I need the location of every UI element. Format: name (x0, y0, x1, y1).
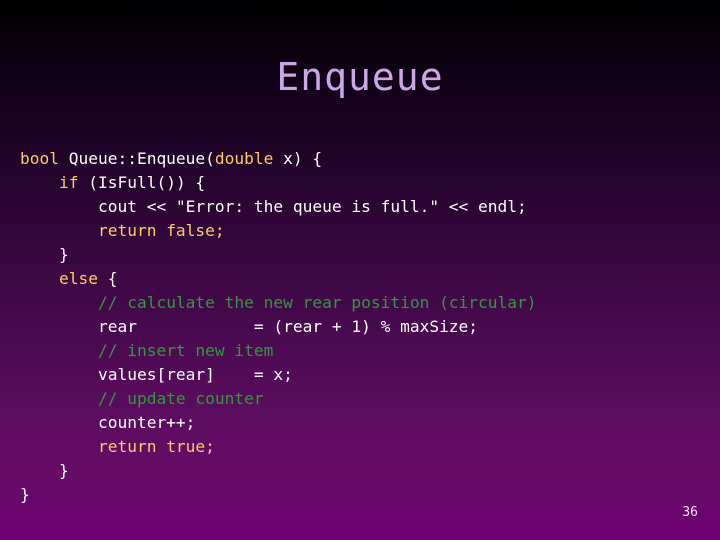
code-token-comment: // update counter (97, 389, 264, 408)
code-token-comment: // calculate the new rear position (circ… (97, 293, 537, 312)
code-token-plain: counter++; (20, 413, 196, 432)
slide-title: Enqueue (276, 55, 444, 99)
code-token-plain: x) { (273, 149, 323, 168)
code-line: bool Queue::Enqueue(double x) { (20, 147, 720, 171)
code-line: // insert new item (20, 339, 720, 363)
code-token-plain: rear = (rear + 1) % maxSize; (20, 317, 479, 336)
code-token-keyword: return true; (97, 437, 215, 456)
slide-page-number: 36 (682, 505, 698, 520)
code-token-keyword: bool (20, 149, 59, 168)
code-token-keyword: if (58, 173, 79, 192)
code-line: else { (20, 267, 720, 291)
code-token-plain: } (20, 245, 69, 264)
code-token-plain: cout << "Error: the queue is full." << e… (20, 197, 527, 216)
code-line: if (IsFull()) { (20, 171, 720, 195)
code-token-keyword: else (58, 269, 98, 288)
code-line: // calculate the new rear position (circ… (20, 291, 720, 315)
code-line: // update counter (20, 387, 720, 411)
code-line: } (20, 483, 720, 507)
code-token-plain: values[rear] = x; (20, 365, 293, 384)
code-line: } (20, 459, 720, 483)
presentation-slide: Enqueue bool Queue::Enqueue(double x) { … (0, 0, 720, 540)
code-token-plain: } (20, 485, 30, 504)
code-token-plain: { (97, 269, 118, 288)
code-token-plain: (IsFull()) { (78, 173, 206, 192)
code-token-plain: } (20, 461, 69, 480)
code-line: counter++; (20, 411, 720, 435)
code-line: rear = (rear + 1) % maxSize; (20, 315, 720, 339)
code-token-keyword: double (214, 149, 274, 168)
code-line: return true; (20, 435, 720, 459)
code-line: cout << "Error: the queue is full." << e… (20, 195, 720, 219)
code-line: } (20, 243, 720, 267)
code-listing: bool Queue::Enqueue(double x) { if (IsFu… (20, 147, 720, 507)
code-line: values[rear] = x; (20, 363, 720, 387)
code-token-plain: Queue::Enqueue( (58, 149, 215, 168)
code-line: return false; (20, 219, 720, 243)
code-token-keyword: return false; (97, 221, 225, 240)
code-token-comment: // insert new item (97, 341, 274, 360)
